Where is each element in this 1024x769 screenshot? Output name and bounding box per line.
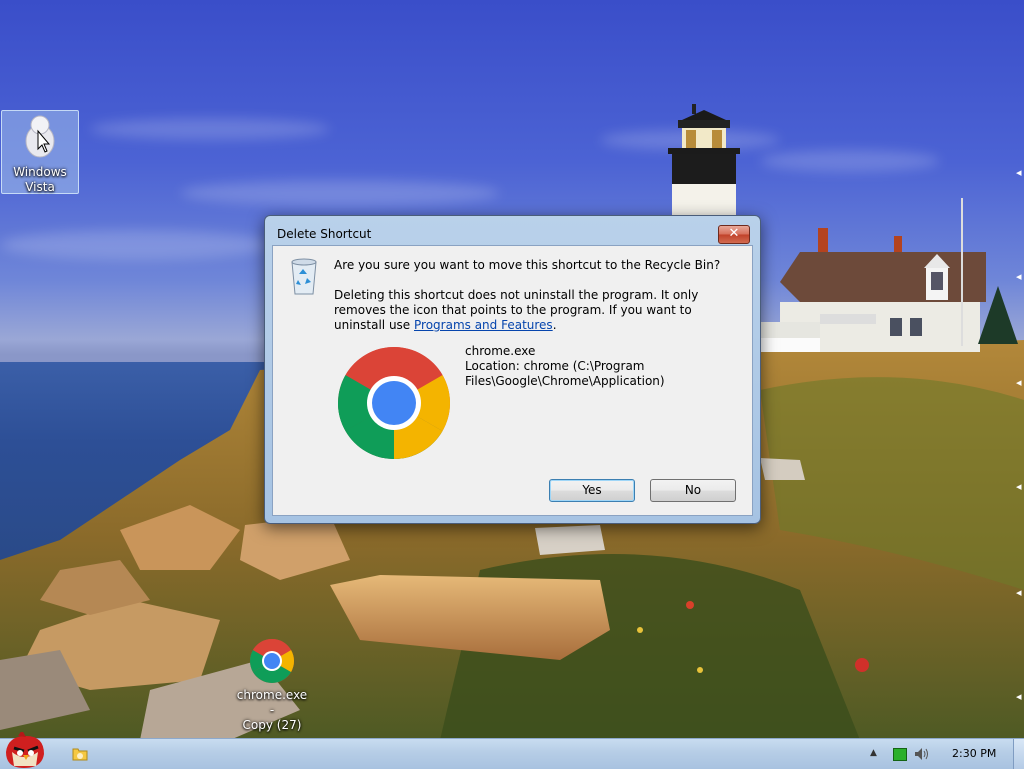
icon-label: chrome.exe - <box>236 688 308 717</box>
desktop-edge-mark: ◂ <box>1016 270 1022 283</box>
tree <box>978 286 1018 344</box>
no-button[interactable]: No <box>650 479 736 502</box>
desktop-edge-mark: ◂ <box>1016 690 1022 703</box>
desktop-edge-mark: ◂ <box>1016 480 1022 493</box>
lighthouse <box>668 104 740 222</box>
desktop-edge-mark: ◂ <box>1016 376 1022 389</box>
icon-label: Windows <box>13 165 67 179</box>
flagpole <box>961 198 963 346</box>
show-desktop-button[interactable] <box>1013 739 1024 769</box>
vista-icon <box>25 115 55 158</box>
file-name: chrome.exe <box>465 344 536 358</box>
file-info: chrome.exe Location: chrome (C:\Program … <box>465 344 745 389</box>
close-button[interactable]: ✕ <box>718 225 750 244</box>
icon-label: Vista <box>25 180 55 194</box>
cloud <box>0 230 270 260</box>
info-suffix: . <box>552 318 557 332</box>
close-icon: ✕ <box>728 226 740 241</box>
house <box>760 228 986 352</box>
file-location: Location: chrome (C:\Program Files\Googl… <box>465 359 665 388</box>
clock[interactable]: 2:30 PM <box>952 747 996 760</box>
angry-birds-icon[interactable] <box>2 732 48 768</box>
cloud <box>90 118 330 140</box>
dialog-body: Are you sure you want to move this short… <box>272 245 753 516</box>
yes-button[interactable]: Yes <box>549 479 635 502</box>
programs-and-features-link[interactable]: Programs and Features <box>414 318 553 332</box>
dialog-title: Delete Shortcut <box>277 227 372 241</box>
desktop-icon-chrome-copy[interactable]: chrome.exe - Copy (27) <box>234 638 310 733</box>
recycle-bin-icon <box>291 258 317 295</box>
desktop-edge-mark: ◂ <box>1016 586 1022 599</box>
chrome-icon <box>250 639 294 683</box>
network-icon[interactable] <box>893 748 907 761</box>
taskbar: ▲ 2:30 PM <box>0 732 1024 769</box>
confirm-question: Are you sure you want to move this short… <box>334 258 721 272</box>
cloud <box>180 180 500 206</box>
info-text-block: Deleting this shortcut does not uninstal… <box>334 288 744 333</box>
desktop-icon-windows-vista[interactable]: Windows Vista <box>1 110 79 194</box>
volume-icon[interactable] <box>913 745 931 763</box>
cloud <box>760 150 940 172</box>
show-hidden-icons-button[interactable]: ▲ <box>870 748 877 758</box>
chrome-icon <box>337 346 451 460</box>
folder-icon[interactable] <box>72 746 88 762</box>
delete-shortcut-dialog: Delete Shortcut ✕ Are you sure you want … <box>264 215 761 524</box>
desktop-edge-mark: ◂ <box>1016 166 1022 179</box>
icon-label: Copy (27) <box>242 718 302 732</box>
